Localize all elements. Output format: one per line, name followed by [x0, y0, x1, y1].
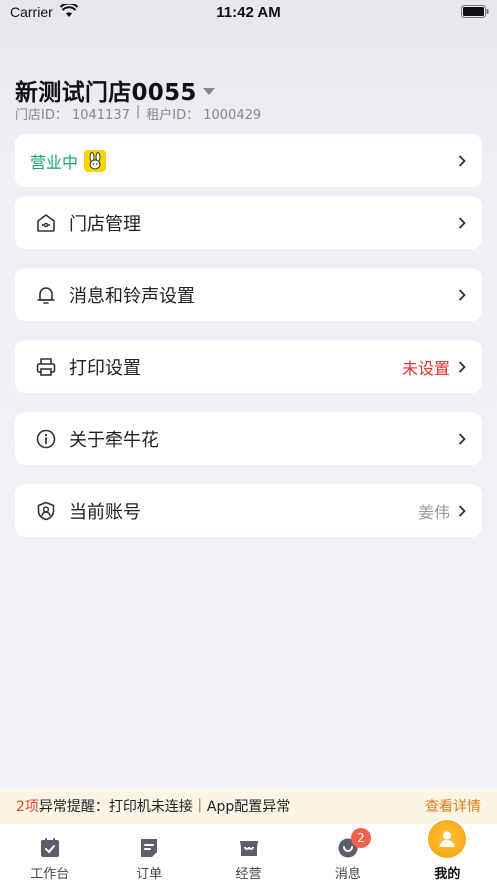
bottom-tab-bar: 工作台 订单 经营 2 消息 我的 — [0, 820, 497, 883]
store-selector[interactable]: 新测试门店0055 — [15, 73, 215, 107]
alert-count: 2项 — [16, 799, 39, 815]
tab-messages[interactable]: 2 消息 — [298, 824, 397, 883]
account-name-value: 姜伟 — [417, 502, 450, 522]
tab-label: 我的 — [434, 867, 461, 882]
view-details-link[interactable]: 查看详情 — [425, 796, 481, 816]
menu-item-notification-settings[interactable]: 消息和铃声设置 — [15, 268, 482, 321]
bell-icon — [37, 286, 55, 304]
chevron-right-icon — [458, 504, 466, 517]
menu-label: 打印设置 — [69, 357, 141, 379]
menu-item-current-account[interactable]: 当前账号 姜伟 — [15, 484, 482, 537]
info-icon — [36, 429, 56, 448]
alert-banner[interactable]: 2项 异常提醒：打印机未连接｜App配置异常 查看详情 — [0, 788, 497, 824]
tab-label: 消息 — [334, 867, 361, 882]
id-separator: | — [135, 104, 141, 119]
calendar-check-icon — [40, 838, 59, 857]
battery-icon — [461, 5, 489, 18]
menu-item-print-settings[interactable]: 打印设置 未设置 — [15, 340, 482, 393]
tab-orders[interactable]: 订单 — [99, 824, 198, 883]
avatar-icon — [428, 820, 467, 858]
chevron-right-icon — [458, 154, 466, 167]
menu-item-about[interactable]: 关于牵牛花 — [15, 412, 482, 465]
store-name: 新测试门店0055 — [15, 80, 197, 106]
store-id: 门店ID： 1041137 — [15, 108, 130, 123]
caret-down-icon — [202, 88, 215, 95]
business-status-label: 营业中 — [30, 152, 79, 172]
unread-badge: 2 — [350, 828, 371, 848]
menu-label: 关于牵牛花 — [69, 429, 159, 451]
chevron-right-icon — [458, 432, 466, 445]
document-icon — [141, 839, 158, 857]
business-status-card[interactable]: 营业中 — [15, 134, 482, 187]
menu-item-store-management[interactable]: 门店管理 — [15, 196, 482, 249]
tab-profile[interactable]: 我的 — [398, 820, 497, 883]
chevron-right-icon — [458, 288, 466, 301]
tab-label: 订单 — [136, 867, 163, 882]
printer-icon — [36, 357, 56, 376]
menu-label: 当前账号 — [69, 501, 141, 523]
tenant-id: 租户ID： 1000429 — [146, 108, 262, 123]
storefront-icon — [239, 841, 258, 856]
tab-workbench[interactable]: 工作台 — [0, 824, 99, 883]
store-house-icon — [37, 213, 55, 232]
chevron-right-icon — [458, 216, 466, 229]
print-status-value: 未设置 — [401, 358, 450, 378]
user-shield-icon — [37, 501, 55, 520]
bunny-mascot-icon — [84, 149, 107, 172]
chevron-right-icon — [458, 360, 466, 373]
tab-label: 经营 — [235, 867, 262, 882]
status-bar: Carrier 11:42 AM — [0, 0, 497, 26]
menu-label: 消息和铃声设置 — [69, 285, 195, 307]
tab-label: 工作台 — [30, 867, 70, 882]
clock: 11:42 AM — [216, 4, 281, 21]
store-ids: 门店ID： 1041137 | 租户ID： 1000429 — [15, 104, 261, 123]
tab-business[interactable]: 经营 — [199, 824, 298, 883]
menu-label: 门店管理 — [69, 213, 141, 235]
alert-text: 异常提醒：打印机未连接｜App配置异常 — [38, 799, 291, 815]
